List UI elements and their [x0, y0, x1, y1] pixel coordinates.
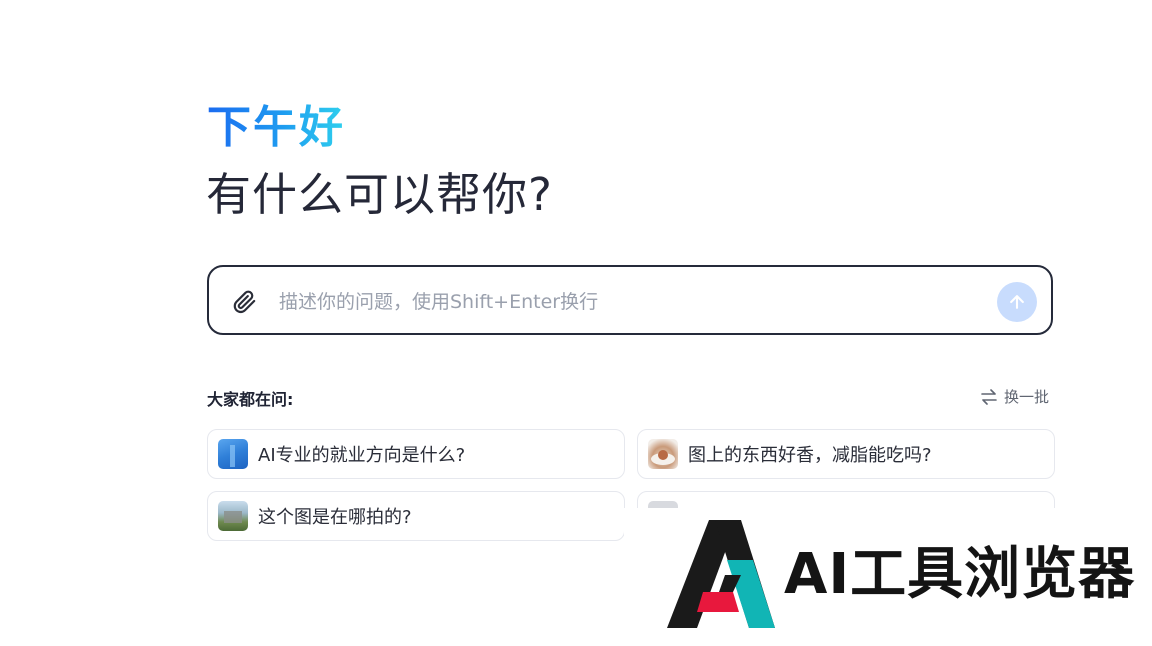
greeting: 下午好 — [207, 100, 345, 156]
suggestion-thumbnail — [648, 439, 678, 469]
swap-icon — [981, 388, 997, 405]
watermark-logo-icon — [667, 520, 775, 628]
suggestion-text: AI专业的就业方向是什么? — [258, 445, 466, 466]
headline: 有什么可以帮你? — [206, 168, 553, 221]
paperclip-icon[interactable] — [231, 289, 257, 315]
suggestion-text: 图上的东西好香，减脂能吃吗? — [688, 445, 932, 466]
suggestions-title: 大家都在问: — [207, 390, 294, 409]
refresh-button[interactable]: 换一批 — [980, 386, 1049, 407]
suggestion-text: 这个图是在哪拍的? — [258, 507, 412, 528]
chat-box — [207, 265, 1053, 335]
refresh-label: 换一批 — [1004, 388, 1050, 406]
suggestion-card[interactable]: 这个图是在哪拍的? — [207, 491, 625, 541]
chat-input[interactable] — [277, 283, 981, 321]
suggestion-thumbnail — [218, 501, 248, 531]
suggestion-card[interactable]: 图上的东西好香，减脂能吃吗? — [637, 429, 1055, 479]
arrow-up-icon — [1010, 295, 1024, 309]
watermark-text: AI工具浏览器 — [784, 542, 1136, 607]
send-button[interactable] — [997, 282, 1037, 322]
suggestion-thumbnail — [218, 439, 248, 469]
suggestion-card[interactable]: AI专业的就业方向是什么? — [207, 429, 625, 479]
